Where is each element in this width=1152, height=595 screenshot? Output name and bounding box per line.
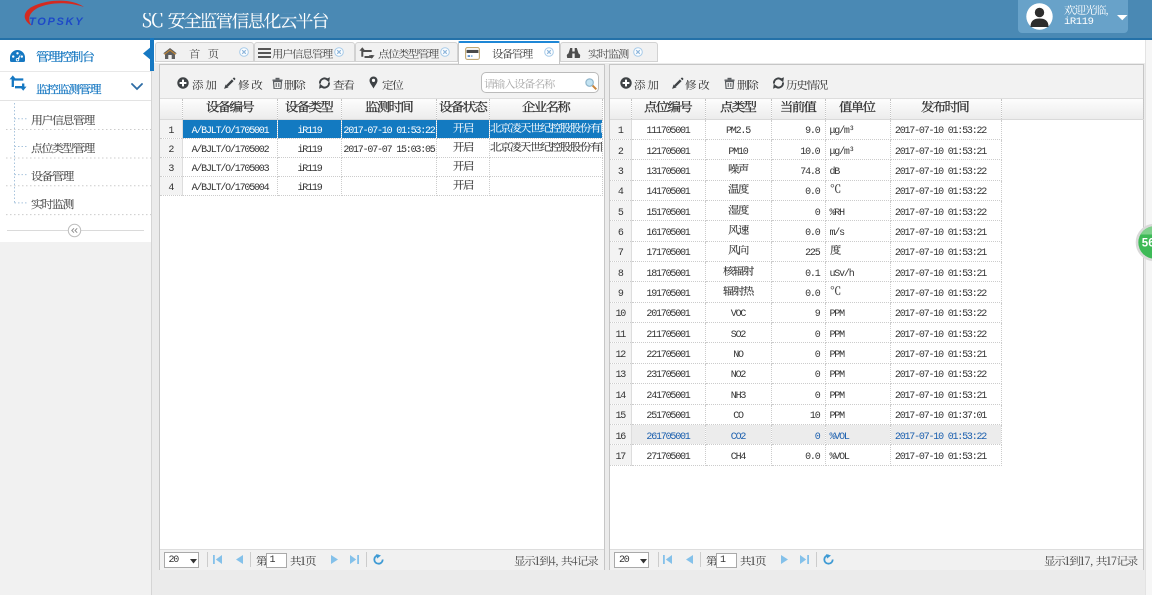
svg-text:56: 56: [1142, 238, 1152, 250]
